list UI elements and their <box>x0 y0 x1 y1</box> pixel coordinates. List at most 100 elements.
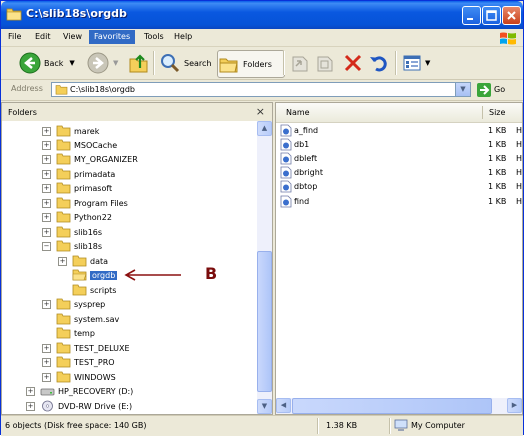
expand-icon[interactable]: + <box>42 343 51 353</box>
html-file-icon <box>280 138 292 150</box>
folders-button[interactable]: Folders <box>217 50 285 78</box>
file-list-pane: Name Size a_find 1 KB H db1 1 KB H dblef… <box>275 102 523 415</box>
file-row[interactable]: find 1 KB H <box>280 194 522 208</box>
minimize-icon <box>467 18 473 20</box>
file-row[interactable]: db1 1 KB H <box>280 137 522 151</box>
folder-icon <box>56 211 71 223</box>
expand-icon[interactable]: + <box>42 126 51 136</box>
expand-icon[interactable]: + <box>26 386 35 396</box>
tree-item-dvd-rw-drive[interactable]: + DVD-RW Drive (E:) <box>26 399 132 413</box>
close-button[interactable] <box>502 6 521 25</box>
move-to-button[interactable] <box>289 50 311 76</box>
expand-icon[interactable]: + <box>42 372 51 382</box>
column-divider[interactable] <box>482 106 483 119</box>
menu-edit[interactable]: Edit <box>30 30 56 44</box>
file-row[interactable]: dbleft 1 KB H <box>280 151 522 165</box>
folder-icon <box>56 226 71 238</box>
menu-file[interactable]: File <box>3 30 26 44</box>
folder-icon <box>56 327 71 339</box>
undo-button[interactable] <box>368 50 390 76</box>
expand-icon[interactable]: + <box>58 256 67 266</box>
tree-item-windows[interactable]: + WINDOWS <box>42 370 116 384</box>
back-dropdown-icon[interactable]: ▼ <box>69 59 74 67</box>
delete-button[interactable] <box>342 50 364 76</box>
tree-item-test-pro[interactable]: + TEST_PRO <box>42 355 115 369</box>
tree-item-python22[interactable]: + Python22 <box>42 210 112 224</box>
menu-tools[interactable]: Tools <box>139 30 169 44</box>
tree-item-hp-recovery[interactable]: + HP_RECOVERY (D:) <box>26 384 133 398</box>
expand-icon[interactable]: + <box>42 183 51 193</box>
html-file-icon <box>280 152 292 164</box>
folder-open-icon <box>72 269 87 281</box>
tree-item-test-deluxe[interactable]: + TEST_DELUXE <box>42 341 130 355</box>
search-button[interactable]: Search <box>159 50 211 76</box>
folder-icon <box>56 342 71 354</box>
scroll-up-button[interactable]: ▲ <box>257 121 272 136</box>
maximize-button[interactable] <box>482 6 501 25</box>
forward-dropdown-icon[interactable]: ▼ <box>113 59 118 67</box>
tree-item-system-sav[interactable]: system.sav <box>42 312 119 326</box>
file-row[interactable]: a_find 1 KB H <box>280 123 522 137</box>
scroll-down-button[interactable]: ▼ <box>257 399 272 414</box>
status-separator <box>389 418 391 434</box>
scrollbar-thumb[interactable] <box>292 398 492 414</box>
title-bar[interactable]: C:\slib18s\orgdb <box>1 1 523 29</box>
folder-icon <box>56 371 71 383</box>
window-title: C:\slib18s\orgdb <box>26 7 127 20</box>
tree-item-sysprep[interactable]: + sysprep <box>42 297 105 311</box>
file-list-horizontal-scrollbar[interactable]: ◀ ▶ <box>276 398 522 414</box>
expand-icon[interactable]: + <box>42 227 51 237</box>
tree-item-temp[interactable]: temp <box>42 326 95 340</box>
folder-icon <box>56 298 71 310</box>
tree-item-my-organizer[interactable]: + MY_ORGANIZER <box>42 152 138 166</box>
address-dropdown-button[interactable]: ▼ <box>455 83 470 96</box>
tree-item-msocache[interactable]: + MSOCache <box>42 138 117 152</box>
forward-button[interactable]: ▼ <box>87 50 118 76</box>
address-input[interactable]: C:\slib18s\orgdb ▼ <box>51 82 471 97</box>
tree-item-program-files[interactable]: + Program Files <box>42 196 128 210</box>
views-button[interactable]: ▼ <box>401 50 430 76</box>
copy-to-button[interactable] <box>314 50 336 76</box>
column-name[interactable]: Name <box>286 108 310 117</box>
tree-item-slib18s[interactable]: − slib18s <box>42 239 102 253</box>
minimize-button[interactable] <box>462 6 481 25</box>
scroll-right-button[interactable]: ▶ <box>507 398 522 413</box>
menu-favorites[interactable]: Favorites <box>89 30 136 44</box>
tree-item-primasoft[interactable]: + primasoft <box>42 181 112 195</box>
html-file-icon <box>280 166 292 178</box>
search-icon <box>161 54 180 73</box>
collapse-icon[interactable]: − <box>42 241 51 251</box>
tree-item-slib16s[interactable]: + slib16s <box>42 225 102 239</box>
tree-vertical-scrollbar[interactable]: ▲ ▼ <box>257 121 272 414</box>
tree-item-scripts[interactable]: scripts <box>58 283 116 297</box>
expand-icon[interactable]: + <box>42 154 51 164</box>
tree-item-marek[interactable]: + marek <box>42 124 99 138</box>
up-folder-button[interactable] <box>128 50 150 76</box>
expand-icon[interactable]: + <box>42 198 51 208</box>
back-button[interactable]: Back ▼ <box>19 50 75 76</box>
expand-icon[interactable]: + <box>42 357 51 367</box>
scroll-left-button[interactable]: ◀ <box>276 398 291 413</box>
tree-item-orgdb[interactable]: orgdb <box>58 268 118 282</box>
expand-icon[interactable]: + <box>42 212 51 222</box>
folder-open-icon <box>56 240 71 252</box>
menu-help[interactable]: Help <box>169 30 197 44</box>
close-pane-icon[interactable]: × <box>256 105 265 118</box>
address-bar: Address C:\slib18s\orgdb ▼ Go <box>1 80 523 101</box>
expand-icon[interactable]: + <box>42 140 51 150</box>
file-row[interactable]: dbright 1 KB H <box>280 165 522 179</box>
expand-icon[interactable]: + <box>42 169 51 179</box>
tree-item-primadata[interactable]: + primadata <box>42 167 115 181</box>
expand-icon[interactable]: + <box>42 299 51 309</box>
toolbar-separator <box>395 51 397 75</box>
go-button[interactable]: Go <box>477 82 517 97</box>
menu-view[interactable]: View <box>58 30 87 44</box>
folder-icon <box>56 197 71 209</box>
column-size[interactable]: Size <box>489 108 505 117</box>
views-dropdown-icon[interactable]: ▼ <box>425 59 430 67</box>
tree-item-data[interactable]: + data <box>58 254 108 268</box>
toolbar-separator <box>283 51 285 75</box>
expand-icon[interactable]: + <box>26 401 35 411</box>
file-row[interactable]: dbtop 1 KB H <box>280 179 522 193</box>
scrollbar-thumb[interactable] <box>257 251 272 392</box>
